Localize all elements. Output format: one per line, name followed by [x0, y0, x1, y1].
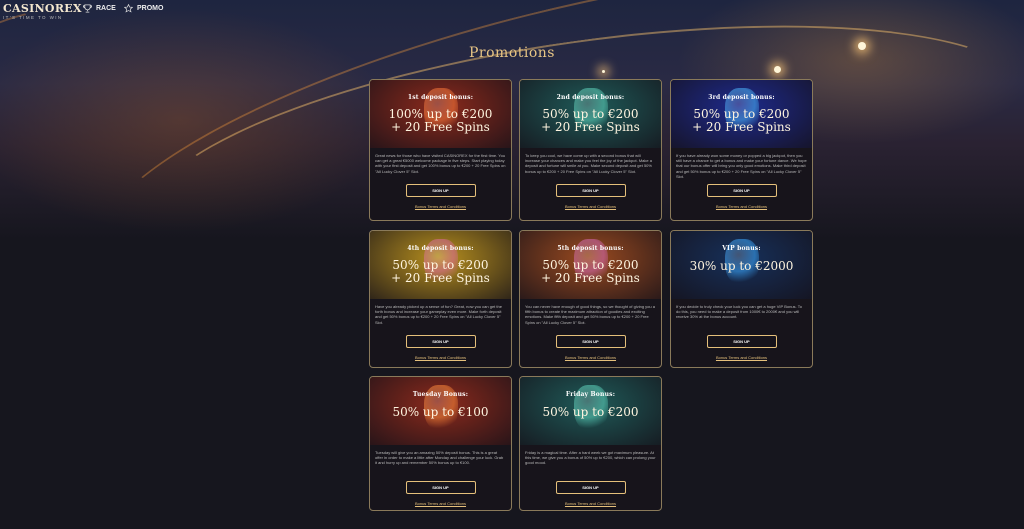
promo-card: 3rd deposit bonus: 50% up to €200 + 20 Fr… [670, 79, 813, 221]
card-description: If you decide to truly check your luck y… [676, 304, 802, 320]
card-banner: 4th deposit bonus: 50% up to €200 + 20 Fr… [370, 231, 511, 299]
bonus-terms-link[interactable]: Bonus Terms and Conditions [671, 355, 812, 360]
promo-card: 4th deposit bonus: 50% up to €200 + 20 Fr… [369, 230, 512, 368]
bonus-terms-link[interactable]: Bonus Terms and Conditions [370, 204, 511, 209]
card-label: Tuesday Bonus: [412, 391, 469, 398]
card-banner: 5th deposit bonus: 50% up to €200 + 20 Fr… [520, 231, 661, 299]
bonus-terms-link[interactable]: Bonus Terms and Conditions [520, 355, 661, 360]
card-description: Friday is a magical time. After a hard w… [525, 450, 656, 466]
card-amount: 50% up to €100 [392, 405, 489, 419]
card-label: 5th deposit bonus: [557, 245, 624, 252]
card-label: Friday Bonus: [565, 391, 616, 398]
bonus-terms-link[interactable]: Bonus Terms and Conditions [671, 204, 812, 209]
card-description: If you have already won some money or po… [676, 153, 807, 179]
promo-card: 1st deposit bonus: 100% up to €200 + 20 F… [369, 79, 512, 221]
promo-card: 2nd deposit bonus: 50% up to €200 + 20 Fr… [519, 79, 662, 221]
top-navigation: CASINOREX IT'S TIME TO WIN RACE PROMO [0, 0, 1024, 20]
card-label: 1st deposit bonus: [407, 94, 474, 101]
hero-background [0, 0, 1024, 424]
card-label: 3rd deposit bonus: [708, 94, 775, 101]
card-amount: 50% up to €200 + 20 Free Spins [541, 107, 640, 134]
promo-card: VIP bonus: 30% up to €2000 If you decide… [670, 230, 813, 368]
sign-up-button[interactable]: SIGN UP [706, 335, 777, 348]
star-icon [124, 4, 133, 13]
sign-up-button[interactable]: SIGN UP [405, 335, 476, 348]
card-banner: 2nd deposit bonus: 50% up to €200 + 20 Fr… [520, 80, 661, 148]
card-amount: 50% up to €200 + 20 Free Spins [541, 258, 640, 285]
sign-up-button[interactable]: SIGN UP [555, 481, 626, 494]
sign-up-button[interactable]: SIGN UP [405, 481, 476, 494]
page-title: Promotions [469, 45, 555, 61]
sign-up-button[interactable]: SIGN UP [706, 184, 777, 197]
nav-promo[interactable]: PROMO [124, 4, 163, 13]
card-label: 4th deposit bonus: [407, 245, 474, 252]
bonus-terms-link[interactable]: Bonus Terms and Conditions [370, 355, 511, 360]
card-banner: Tuesday Bonus: 50% up to €100 [370, 377, 511, 445]
promo-card: 5th deposit bonus: 50% up to €200 + 20 Fr… [519, 230, 662, 368]
site-logo[interactable]: CASINOREX IT'S TIME TO WIN [3, 2, 82, 20]
card-banner: 1st deposit bonus: 100% up to €200 + 20 F… [370, 80, 511, 148]
card-amount: 50% up to €200 + 20 Free Spins [692, 107, 791, 134]
promo-card: Friday Bonus: 50% up to €200 Friday is a… [519, 376, 662, 511]
card-label: VIP bonus: [722, 245, 761, 252]
bonus-terms-link[interactable]: Bonus Terms and Conditions [520, 501, 661, 506]
nav-race-label: RACE [96, 5, 116, 12]
card-description: You can never have enough of good things… [525, 304, 655, 325]
card-banner: 3rd deposit bonus: 50% up to €200 + 20 Fr… [671, 80, 812, 148]
bonus-terms-link[interactable]: Bonus Terms and Conditions [520, 204, 661, 209]
sign-up-button[interactable]: SIGN UP [555, 184, 626, 197]
logo-tagline: IT'S TIME TO WIN [3, 15, 63, 20]
card-amount: 50% up to €200 [542, 405, 639, 419]
sign-up-button[interactable]: SIGN UP [405, 184, 476, 197]
card-description: Great news for those who have visited CA… [375, 153, 506, 174]
nav-race[interactable]: RACE [83, 4, 116, 13]
bonus-terms-link[interactable]: Bonus Terms and Conditions [370, 501, 511, 506]
card-amount: 100% up to €200 + 20 Free Spins [388, 107, 493, 134]
card-banner: Friday Bonus: 50% up to €200 [520, 377, 661, 445]
trophy-icon [83, 4, 92, 13]
card-label: 2nd deposit bonus: [556, 94, 625, 101]
card-amount: 30% up to €2000 [689, 259, 794, 273]
card-banner: VIP bonus: 30% up to €2000 [671, 231, 812, 299]
nav-promo-label: PROMO [137, 5, 164, 12]
sign-up-button[interactable]: SIGN UP [555, 335, 626, 348]
card-description: Tuesday will give you an amazing 50% dep… [375, 450, 504, 466]
card-description: Have you already picked up a sense of fu… [375, 304, 502, 325]
logo-text: CASINOREX [3, 2, 82, 15]
card-description: To keep you cool, we have come up with a… [525, 153, 652, 174]
card-amount: 50% up to €200 + 20 Free Spins [391, 258, 490, 285]
light-orb [774, 66, 781, 73]
promo-card: Tuesday Bonus: 50% up to €100 Tuesday wi… [369, 376, 512, 511]
light-orb [602, 70, 605, 73]
